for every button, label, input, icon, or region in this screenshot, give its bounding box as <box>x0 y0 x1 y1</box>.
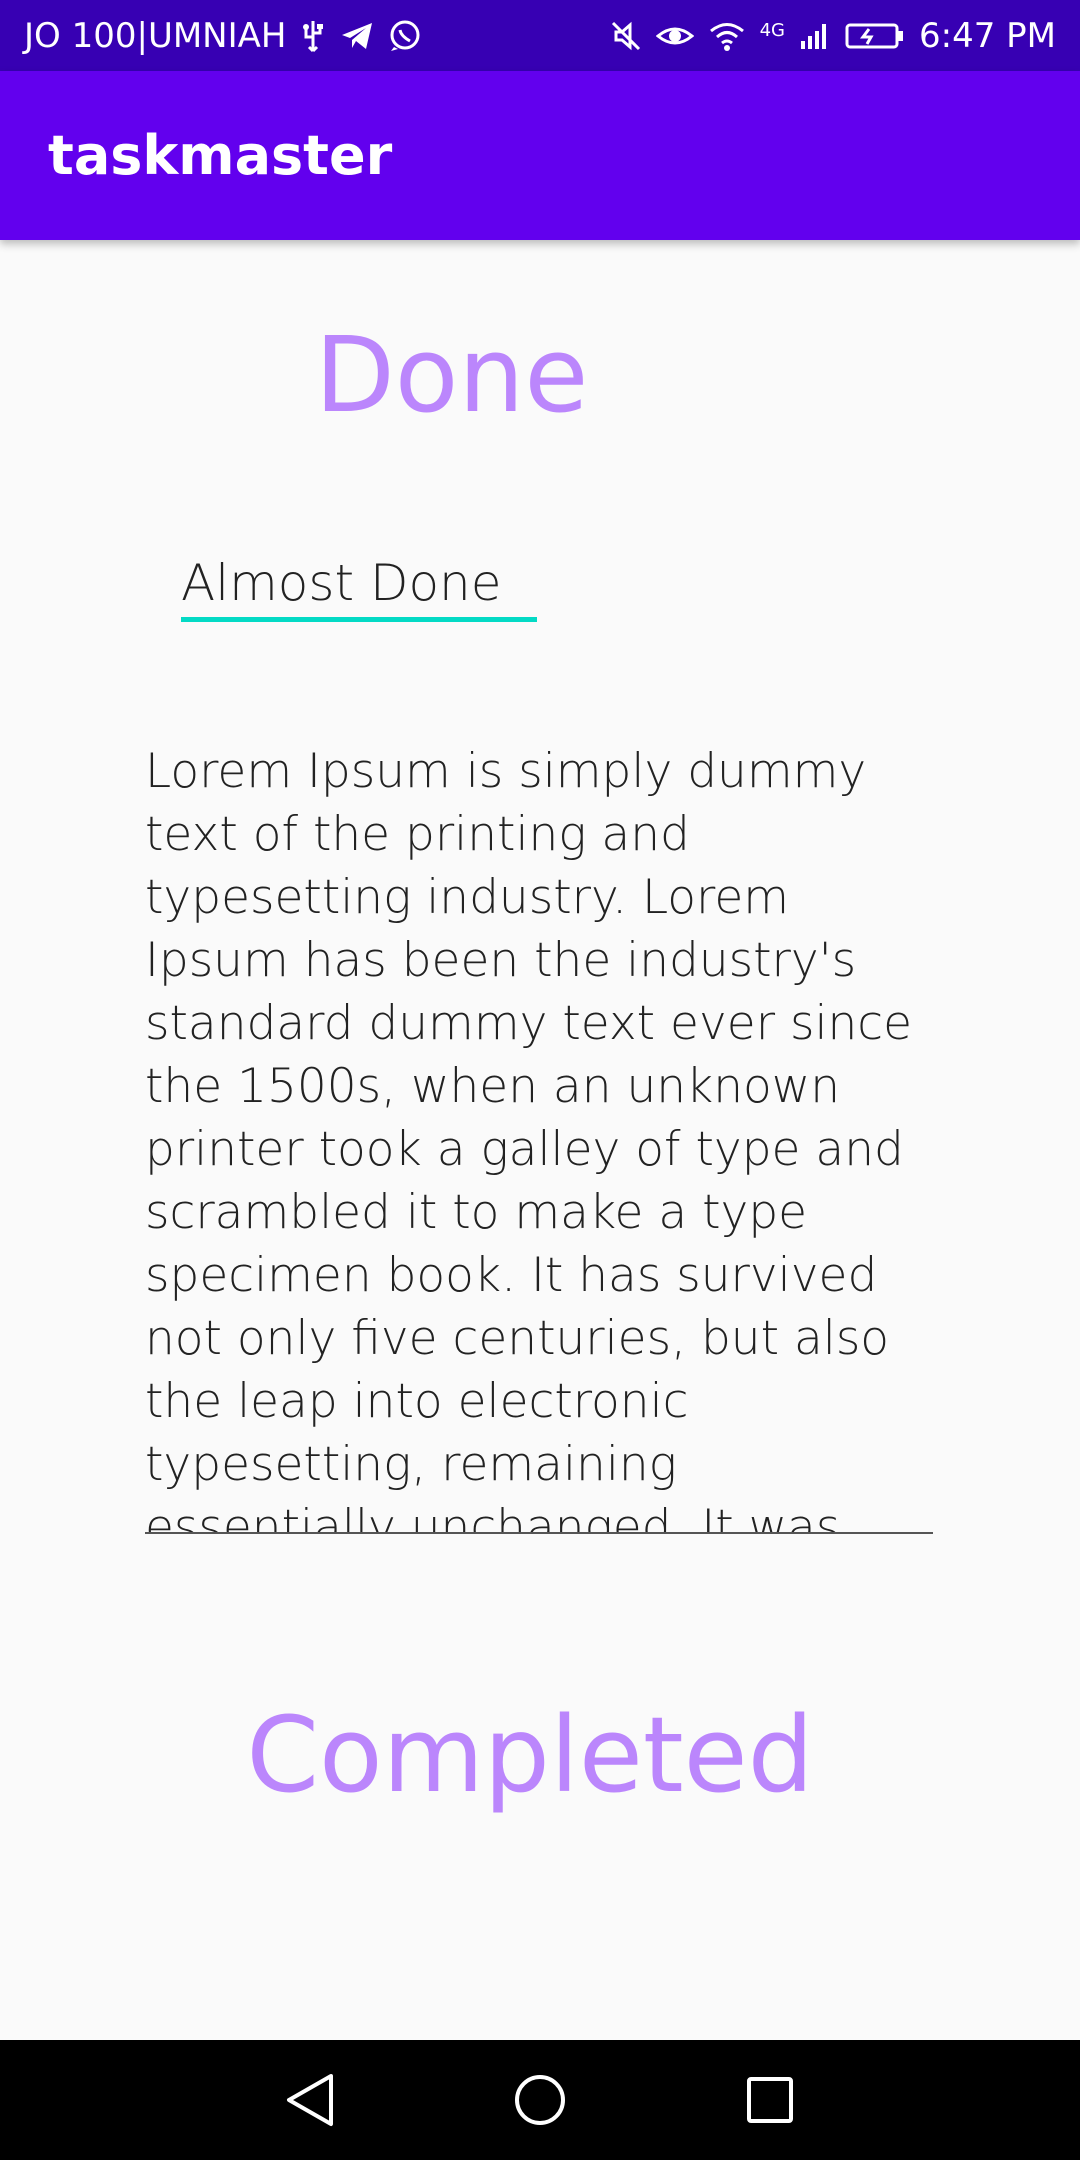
home-button[interactable] <box>500 2060 580 2140</box>
task-description-field[interactable]: Lorem Ipsum is simply dummy text of the … <box>145 740 933 1534</box>
task-description-text: Lorem Ipsum is simply dummy text of the … <box>145 744 913 1534</box>
task-title: Done <box>314 314 589 436</box>
recents-button[interactable] <box>730 2060 810 2140</box>
task-status-label: Completed <box>246 1694 814 1816</box>
clock: 6:47 PM <box>919 15 1056 56</box>
network-type: 4G <box>760 20 785 41</box>
app-title: taskmaster <box>48 124 393 187</box>
app-bar: taskmaster <box>0 71 1080 240</box>
mute-icon <box>610 20 642 52</box>
back-icon <box>287 2074 333 2126</box>
status-bar: JO 100|UMNIAH 4G 6:47 PM <box>0 0 1080 71</box>
eye-icon <box>655 22 694 50</box>
status-left: JO 100|UMNIAH <box>24 16 422 56</box>
task-state-field[interactable] <box>181 548 537 622</box>
carrier-label: JO 100|UMNIAH <box>24 15 287 56</box>
recents-icon <box>747 2077 793 2123</box>
battery-icon <box>845 21 905 51</box>
back-button[interactable] <box>270 2060 350 2140</box>
whatsapp-icon <box>388 19 422 53</box>
telegram-icon <box>340 21 374 51</box>
wifi-icon <box>708 21 746 51</box>
signal-icon <box>799 21 831 51</box>
navigation-bar <box>0 2040 1080 2160</box>
home-icon <box>515 2075 565 2125</box>
network-type-label: 4G <box>759 19 785 41</box>
usb-icon <box>300 19 326 53</box>
status-right: 4G 6:47 PM <box>610 16 1056 56</box>
